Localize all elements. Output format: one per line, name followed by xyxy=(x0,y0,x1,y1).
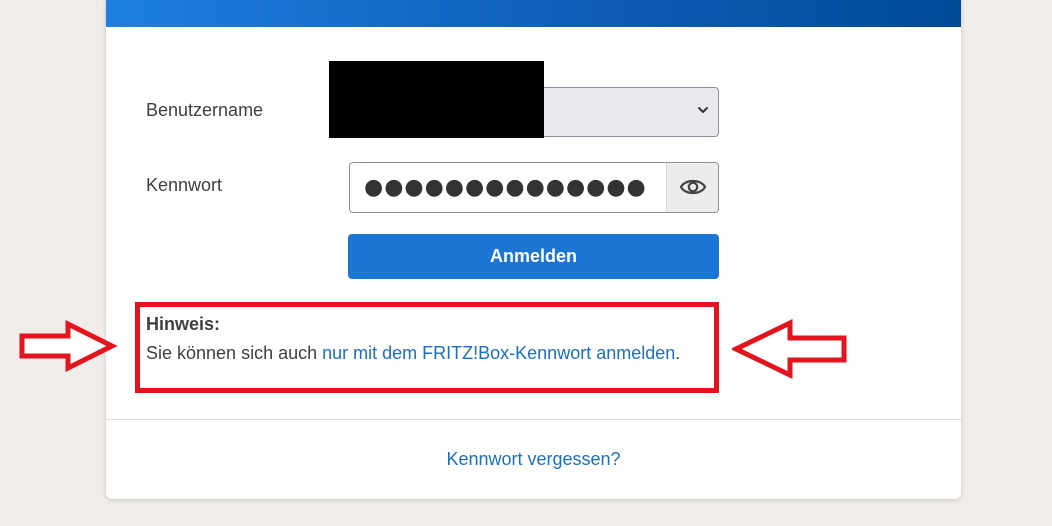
annotation-highlight-box xyxy=(135,302,719,393)
chevron-down-icon xyxy=(698,107,708,113)
annotation-arrow-right-icon xyxy=(19,320,118,372)
password-value: ●●●●●●●●●●●●●● xyxy=(364,175,647,200)
username-label: Benutzername xyxy=(146,100,264,120)
divider xyxy=(106,419,961,420)
page: Benutzername Kennwort ●●●●●●●●●●●●●● Anm… xyxy=(0,0,1052,526)
password-field[interactable]: ●●●●●●●●●●●●●● xyxy=(349,162,719,213)
annotation-arrow-left-icon xyxy=(732,319,847,379)
eye-icon xyxy=(679,179,707,195)
redaction-block xyxy=(329,61,544,138)
login-card: Benutzername Kennwort ●●●●●●●●●●●●●● Anm… xyxy=(106,0,961,499)
forgot-password-link[interactable]: Kennwort vergessen? xyxy=(106,449,961,470)
card-header-bar xyxy=(106,0,961,27)
login-button[interactable]: Anmelden xyxy=(348,234,719,279)
password-label: Kennwort xyxy=(146,175,223,195)
show-password-button[interactable] xyxy=(666,163,718,212)
